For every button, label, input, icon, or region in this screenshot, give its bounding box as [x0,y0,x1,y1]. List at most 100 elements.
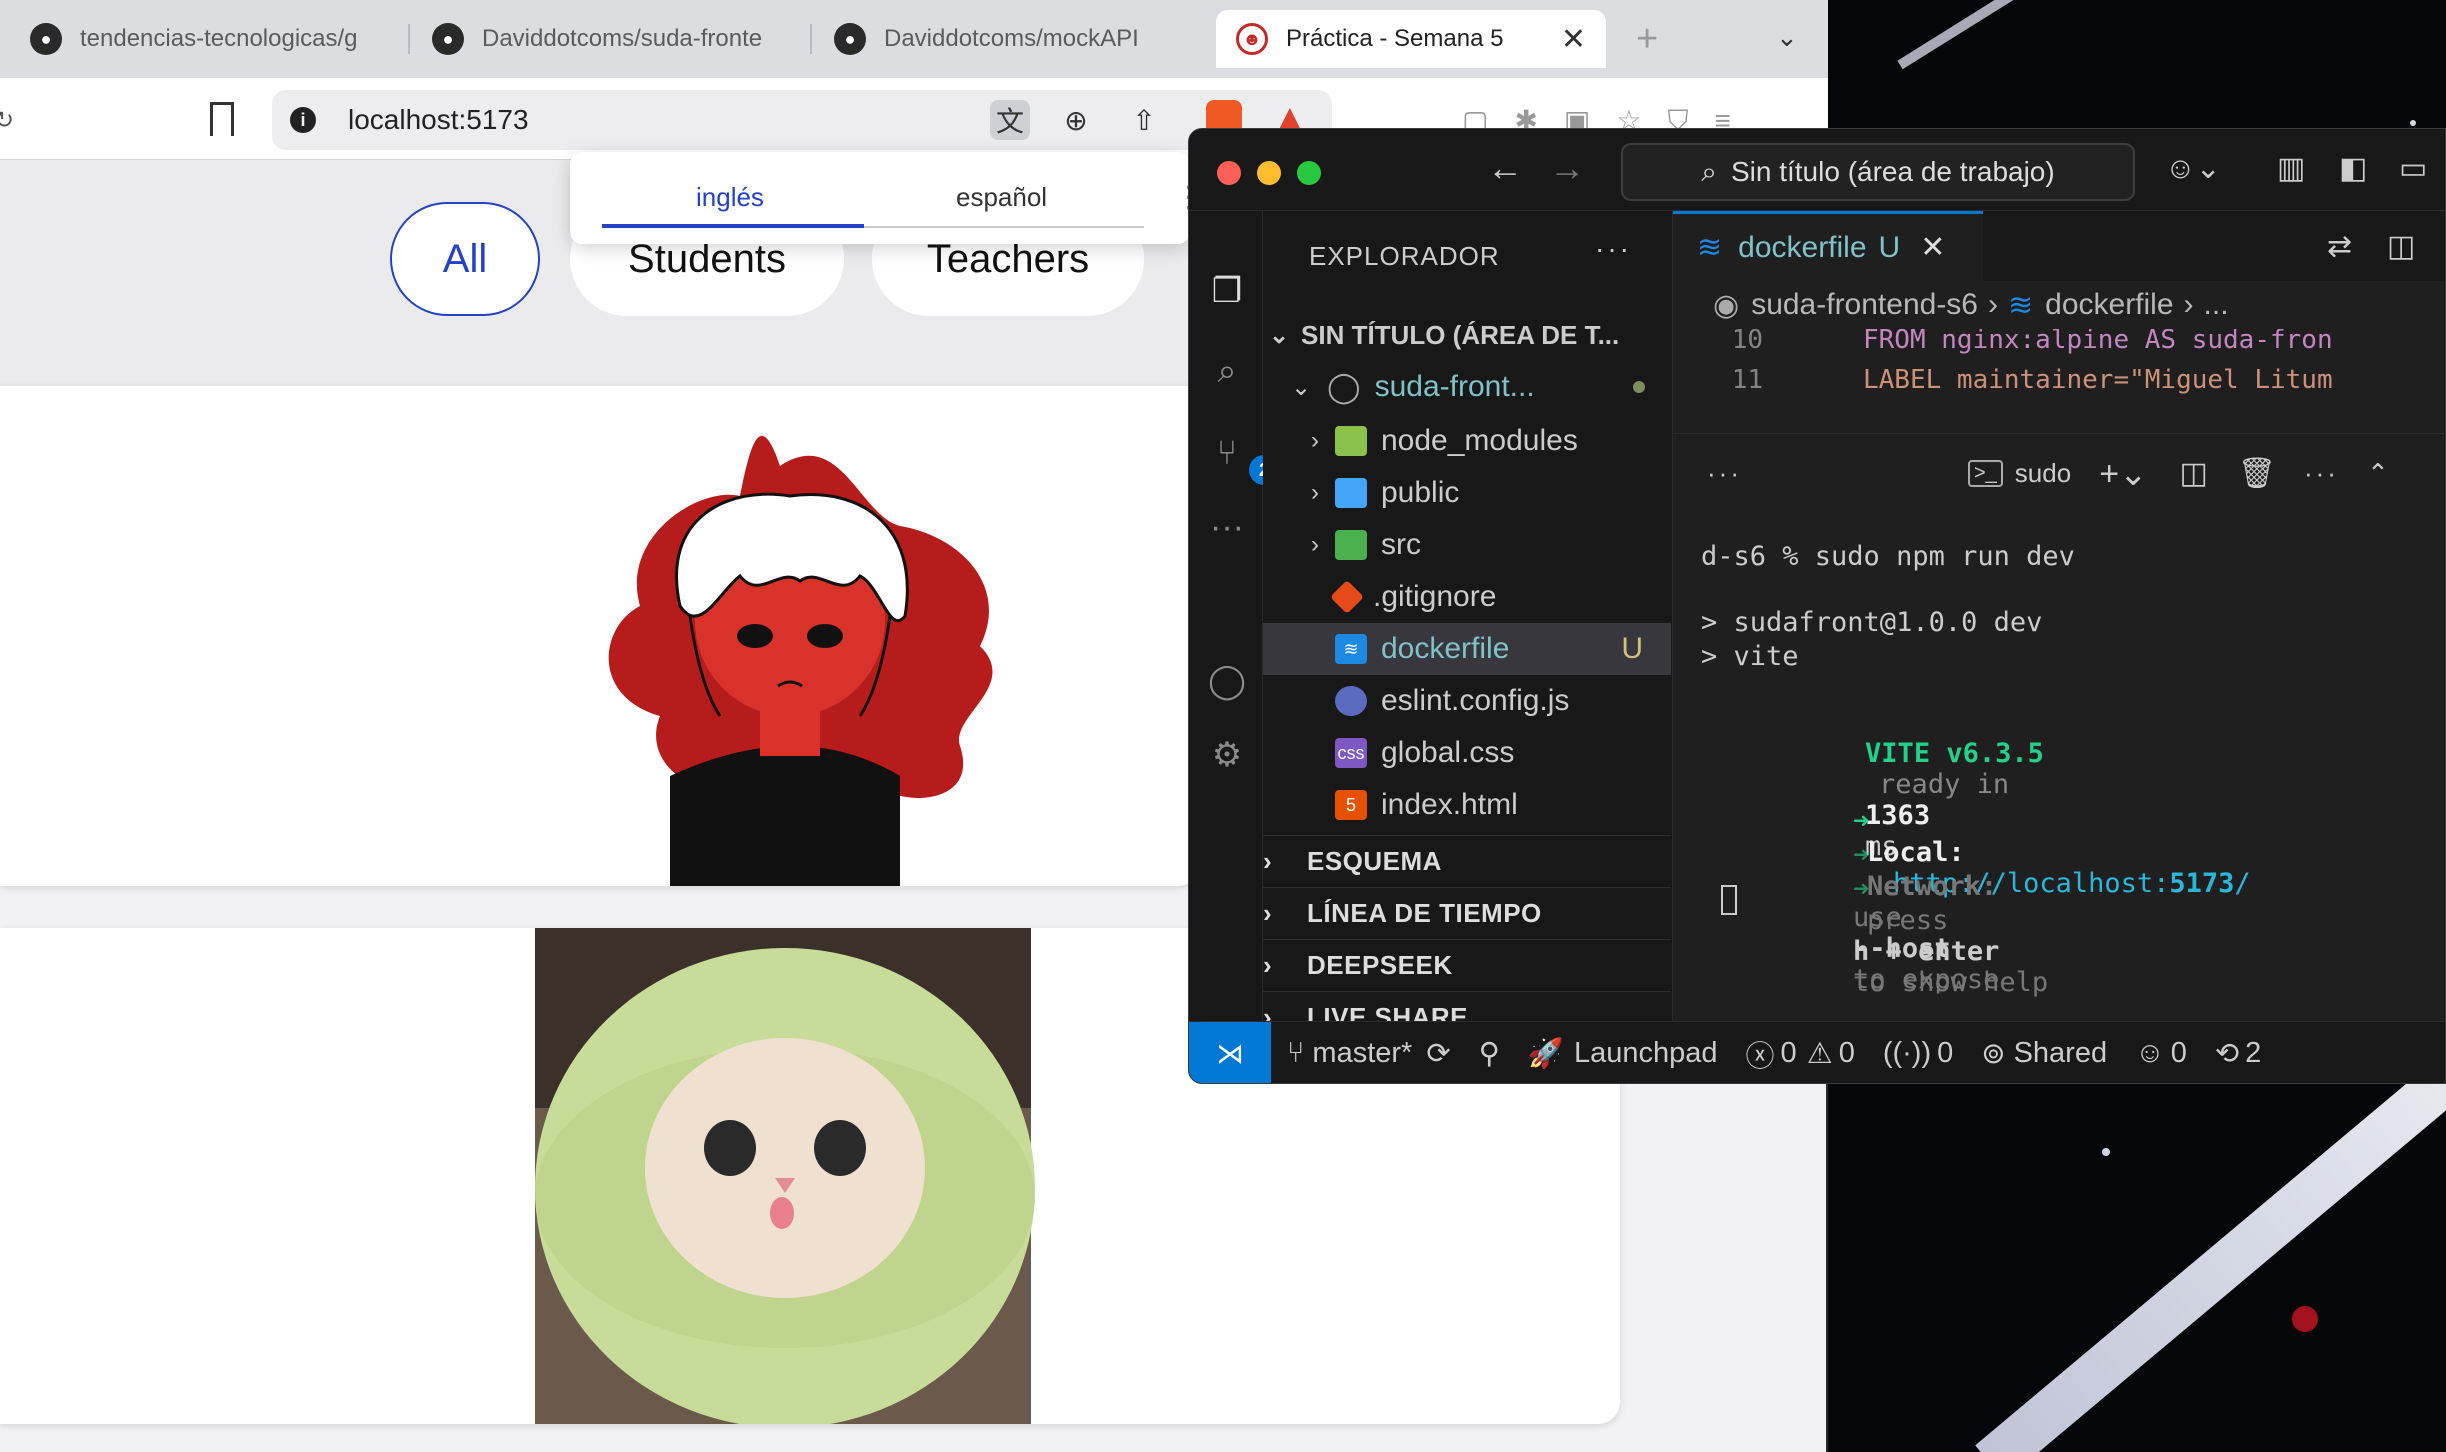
lang-option-english[interactable]: inglés [696,182,764,213]
file-item-gitignore[interactable]: .gitignore [1263,571,1671,623]
share-icon[interactable]: ⇧ [1124,100,1164,140]
section-outline[interactable]: › ESQUEMA [1263,835,1671,887]
account-icon[interactable]: ◯ [1207,661,1247,701]
status-bar: ⋊ ⑂ master* ⟳ ⚲ 🚀 Launchpad ⓧ 0 ⚠ 0 ((·)… [1189,1021,2445,1083]
folder-icon [1335,426,1367,456]
folder-icon [1335,478,1367,508]
css-icon: css [1335,738,1367,768]
rocket-icon: 🚀 [1527,1037,1564,1070]
code-view[interactable]: 10 FROM nginx:alpine AS suda-fron 11 LAB… [1673,329,2445,409]
file-item-eslint[interactable]: eslint.config.js [1263,675,1671,727]
explorer-title: EXPLORADOR [1309,241,1500,271]
close-window-button[interactable] [1217,161,1241,185]
git-graph-icon[interactable]: ⚲ [1479,1036,1500,1071]
error-count[interactable]: 0 [1781,1037,1797,1070]
toggle-sidebar-icon[interactable]: ◧ [2339,151,2367,186]
split-terminal-icon[interactable]: ◫ [2180,456,2208,491]
command-center-search[interactable]: ⌕ Sin título (área de trabajo) [1621,143,2135,201]
section-timeline[interactable]: › LÍNEA DE TIEMPO [1263,887,1671,939]
profile-card[interactable] [0,386,1200,886]
close-tab-button[interactable]: ✕ [1561,22,1586,57]
bookmark-icon[interactable] [210,102,234,136]
error-icon: ⓧ [1745,1040,1775,1073]
sync-icon[interactable]: ⟳ [1426,1036,1450,1071]
search-icon[interactable]: ⌕ [1207,351,1247,391]
warning-icon: ⚠ [1806,1038,1833,1070]
project-folder[interactable]: ⌄ ◯ suda-front... [1263,361,1671,413]
docker-icon: ≋ [1697,231,1723,264]
browser-tab[interactable]: ● Daviddotcoms/mockAPI [834,10,1194,68]
url-text[interactable]: localhost:5173 [348,104,529,136]
live-share-icon: ⊚ [1981,1038,2006,1070]
explorer-sidebar: EXPLORADOR ··· ⌄ SIN TÍTULO (ÁREA DE T..… [1263,211,1673,1032]
info-icon[interactable]: i [290,107,316,133]
minimize-window-button[interactable] [1257,161,1281,185]
toggle-panel-icon[interactable]: ▭ [2399,151,2427,186]
vscode-window: ← → ⌕ Sin título (área de trabajo) ☺⌄ ▥ … [1188,128,2446,1084]
branch-icon: ⑂ [1287,1037,1305,1069]
terminal-icon: >_ [1967,460,2003,487]
more-actions-icon[interactable]: ··· [2304,458,2339,489]
more-actions-icon[interactable]: ··· [1595,233,1632,265]
lang-option-spanish[interactable]: español [956,182,1047,213]
close-icon[interactable]: ✕ [1920,230,1945,265]
avatar-icon: ☻ [1236,23,1268,55]
warning-count[interactable]: 0 [1839,1037,1855,1070]
copilot-icon[interactable]: ☺⌄ [2165,151,2221,186]
forward-icon[interactable]: → [1549,147,1585,189]
source-control-icon[interactable]: ⑂ 2 [1207,433,1279,485]
github-icon: ● [432,23,464,55]
maximize-window-button[interactable] [1297,161,1321,185]
repo-icon: ◉ [1713,288,1740,322]
explorer-icon[interactable]: ❐ [1207,271,1247,311]
live-share-status[interactable]: Shared [2014,1037,2108,1070]
back-icon[interactable]: ← [1487,147,1523,189]
split-editor-icon[interactable]: ◫ [2387,229,2415,264]
translate-icon[interactable]: 文 [990,100,1030,140]
new-terminal-icon[interactable]: +⌄ [2099,454,2147,494]
terminal-panel-header: ··· >_ sudo +⌄ ◫ 🗑 ··· ⌃ [1673,433,2445,513]
chevron-down-icon[interactable]: ⌄ [1776,22,1798,53]
history-count[interactable]: 2 [2245,1037,2261,1070]
history-icon: ⟲ [2214,1038,2240,1070]
remote-icon[interactable]: ⋊ [1189,1021,1271,1083]
git-icon [1330,580,1364,614]
file-item-index-html[interactable]: 5 index.html [1263,779,1671,831]
file-item-dockerfile[interactable]: ≋ dockerfile U [1263,623,1671,675]
chevron-up-icon[interactable]: ⌃ [2367,458,2389,489]
launchpad-button[interactable]: Launchpad [1574,1037,1718,1070]
browser-tab-active[interactable]: ☻ Práctica - Semana 5 ✕ [1216,10,1606,68]
new-tab-button[interactable]: + [1636,18,1658,61]
terminal-name[interactable]: sudo [2015,458,2071,489]
browser-tab[interactable]: ● tendencias-tecnologicas/g [30,10,380,68]
more-icon[interactable]: ··· [1207,507,1247,547]
workspace-header[interactable]: ⌄ SIN TÍTULO (ÁREA DE T... [1263,309,1671,361]
breadcrumb: ◉ suda-frontend-s6 › ≋ dockerfile › ... [1713,288,2229,322]
eslint-icon [1335,686,1367,716]
browser-tab[interactable]: ● Daviddotcoms/suda-fronte [432,10,792,68]
git-branch[interactable]: master* [1312,1037,1412,1070]
copilot-icon: ☺ [2135,1037,2165,1069]
file-item-global-css[interactable]: css global.css [1263,727,1671,779]
section-deepseek[interactable]: › DEEPSEEK [1263,939,1671,991]
file-item-src[interactable]: › src [1263,519,1671,571]
gear-icon[interactable]: ⚙ [1207,735,1247,775]
more-actions-icon[interactable]: ··· [1707,458,1742,489]
search-icon: ⌕ [1701,155,1717,187]
reload-icon[interactable]: ↻ [0,106,14,135]
file-item-public[interactable]: › public [1263,467,1671,519]
editor-tab-dockerfile[interactable]: ≋ dockerfile U ✕ [1673,211,1983,281]
trash-icon[interactable]: 🗑 [2238,456,2276,491]
zoom-icon[interactable]: ⊕ [1056,100,1096,140]
copilot-count[interactable]: 0 [2171,1037,2187,1070]
file-item-node-modules[interactable]: › node_modules [1263,415,1671,467]
html-icon: 5 [1335,790,1367,820]
compare-icon[interactable]: ⇄ [2327,229,2352,264]
filter-all-button[interactable]: All [390,202,540,316]
repo-icon: ◯ [1327,370,1361,404]
ports-count[interactable]: 0 [1937,1037,1953,1070]
docker-icon: ≋ [2008,288,2034,322]
terminal-output[interactable]: d-s6 % sudo npm run dev > sudafront@1.0.… [1673,513,2445,1021]
layout-icon[interactable]: ▥ [2277,151,2305,186]
address-bar[interactable]: i localhost:5173 文 ⊕ ⇧ [272,90,1332,150]
